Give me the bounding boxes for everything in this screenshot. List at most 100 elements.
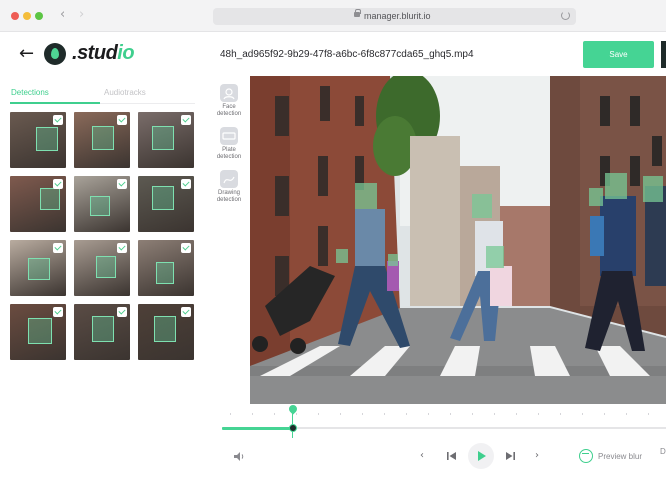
previous-frame-icon[interactable]: ‹ (420, 450, 424, 462)
face-detection-label: Face detection (216, 104, 242, 117)
timeline-tick (560, 413, 561, 415)
timeline-tick (428, 413, 429, 415)
plate-icon (220, 127, 238, 145)
url-text: manager.blurit.io (364, 11, 431, 21)
checkbox-checked-icon[interactable] (117, 115, 127, 125)
cut-off-label: D (660, 447, 666, 456)
preview-blur-label[interactable]: Preview blur (598, 452, 642, 461)
video-frame (250, 76, 666, 404)
export-button[interactable] (661, 41, 666, 68)
drawing-icon (220, 170, 238, 188)
checkbox-checked-icon[interactable] (53, 179, 63, 189)
detection-thumbnail[interactable] (10, 304, 66, 360)
face-blur-box[interactable] (605, 173, 627, 199)
logo-text: .studio (72, 42, 135, 65)
drop-icon (51, 48, 59, 59)
minimize-window-button[interactable] (23, 12, 31, 20)
back-arrow-icon[interactable]: ← (19, 44, 34, 64)
checkbox-checked-icon[interactable] (117, 307, 127, 317)
face-highlight-box (28, 318, 52, 344)
timeline-tick (406, 413, 407, 415)
timeline-tick (230, 413, 231, 415)
drawing-detection-tool[interactable]: Drawing detection (212, 170, 246, 204)
browser-toolbar: ‹ › manager.blurit.io (0, 0, 666, 32)
face-highlight-box (40, 188, 60, 210)
timeline-knob[interactable] (289, 424, 298, 432)
timeline-tick (296, 413, 297, 415)
tab-detections[interactable]: Detections (11, 88, 49, 97)
checkbox-checked-icon[interactable] (181, 307, 191, 317)
maximize-window-button[interactable] (35, 12, 43, 20)
timeline-tick (340, 413, 341, 415)
face-highlight-box (90, 196, 110, 216)
face-highlight-box (154, 316, 176, 342)
plate-detection-tool[interactable]: Plate detection (212, 127, 246, 161)
timeline-tick (494, 413, 495, 415)
timeline-tick (516, 413, 517, 415)
face-highlight-box (92, 316, 114, 342)
address-bar[interactable]: manager.blurit.io (213, 8, 576, 25)
checkbox-checked-icon[interactable] (117, 179, 127, 189)
detection-thumbnail[interactable] (138, 304, 194, 360)
timeline-tick (604, 413, 605, 415)
checkbox-checked-icon[interactable] (181, 115, 191, 125)
plate-detection-label: Plate detection (216, 147, 242, 160)
face-icon (220, 84, 238, 102)
play-button[interactable] (468, 443, 494, 469)
tab-active-indicator (10, 102, 100, 104)
file-name: 48h_ad965f92-9b29-47f8-a6bc-6f8c877cda65… (220, 49, 474, 60)
logo-main: stud (77, 42, 118, 64)
checkbox-checked-icon[interactable] (53, 115, 63, 125)
detection-thumbnail[interactable] (138, 176, 194, 232)
skip-forward-icon[interactable] (505, 451, 516, 461)
timeline-tick (362, 413, 363, 415)
checkbox-checked-icon[interactable] (181, 243, 191, 253)
face-detection-tool[interactable]: Face detection (212, 84, 246, 118)
checkbox-checked-icon[interactable] (181, 179, 191, 189)
face-blur-box[interactable] (643, 176, 663, 202)
face-blur-box[interactable] (355, 183, 377, 209)
app-window: ‹ › manager.blurit.io ← .studio 48h_ad96… (0, 0, 666, 480)
checkbox-checked-icon[interactable] (53, 243, 63, 253)
face-blur-box[interactable] (472, 194, 492, 218)
face-blur-box[interactable] (486, 246, 504, 268)
detection-thumbnail[interactable] (138, 240, 194, 296)
detection-thumbnail[interactable] (10, 176, 66, 232)
face-blur-box[interactable] (336, 249, 348, 263)
face-blur-box[interactable] (388, 254, 398, 266)
timeline-tick (252, 413, 253, 415)
detection-thumbnail[interactable] (138, 112, 194, 168)
skip-back-icon[interactable] (446, 451, 457, 461)
face-blur-box[interactable] (589, 188, 603, 206)
next-frame-icon[interactable]: › (535, 450, 539, 462)
detection-thumbnail[interactable] (10, 112, 66, 168)
drawing-detection-label: Drawing detection (216, 190, 242, 203)
timeline-tick (274, 413, 275, 415)
checkbox-checked-icon[interactable] (53, 307, 63, 317)
detection-thumbnail[interactable] (74, 176, 130, 232)
detection-thumbnail[interactable] (74, 112, 130, 168)
face-highlight-box (92, 126, 114, 150)
video-preview[interactable] (250, 76, 666, 404)
detection-thumbnail[interactable] (74, 240, 130, 296)
detection-thumbnail[interactable] (74, 304, 130, 360)
volume-icon[interactable] (233, 451, 245, 462)
timeline-tick (318, 413, 319, 415)
reload-icon[interactable] (561, 11, 570, 20)
preview-blur-icon[interactable] (579, 449, 593, 463)
face-highlight-box (28, 258, 50, 280)
lock-icon (354, 9, 361, 17)
timeline-tick (472, 413, 473, 415)
detection-thumbnail[interactable] (10, 240, 66, 296)
close-window-button[interactable] (11, 12, 19, 20)
timeline-tick (384, 413, 385, 415)
logo-accent: io (117, 42, 135, 64)
tab-audiotracks[interactable]: Audiotracks (104, 88, 146, 97)
timeline-tick (648, 413, 649, 415)
browser-forward-icon[interactable]: › (79, 8, 84, 22)
browser-back-icon[interactable]: ‹ (60, 8, 65, 22)
face-highlight-box (152, 126, 174, 150)
save-button[interactable]: Save (583, 41, 654, 68)
play-icon (478, 451, 486, 461)
checkbox-checked-icon[interactable] (117, 243, 127, 253)
